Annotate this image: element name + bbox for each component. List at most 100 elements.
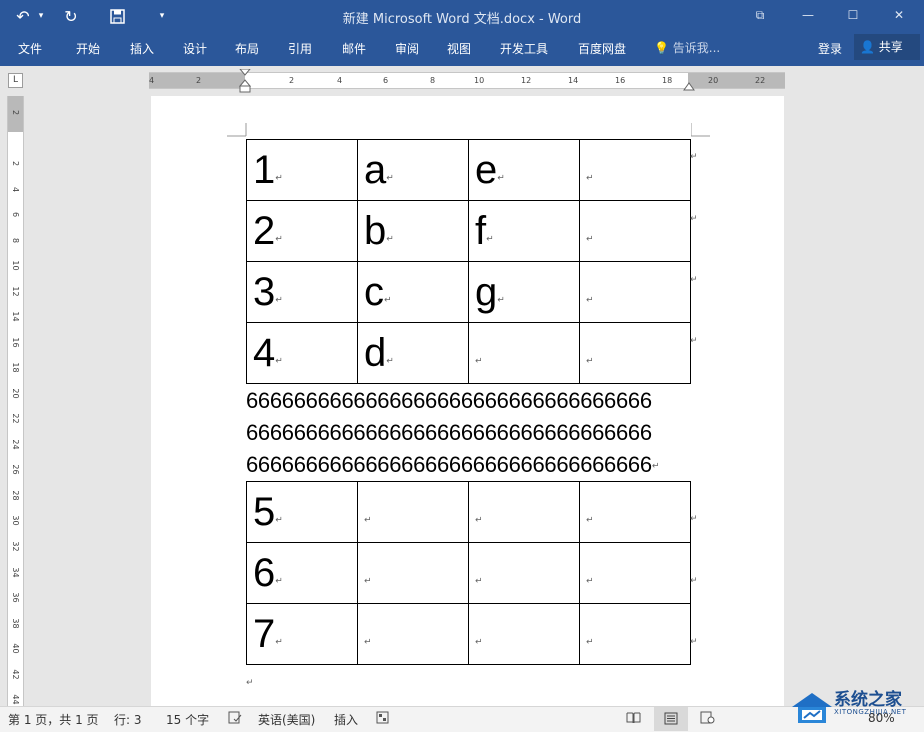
print-layout-icon[interactable] — [654, 707, 688, 731]
horizontal-ruler-area: L 4 2 2 4 6 8 10 12 14 16 18 20 22 — [0, 66, 924, 94]
watermark-title: 系统之家 — [834, 690, 902, 710]
table-cell[interactable]: ↵ — [468, 322, 580, 384]
cell-text — [580, 148, 586, 192]
ruler-tick: 4 — [11, 186, 20, 193]
table-cell[interactable]: 4↵ — [246, 322, 358, 384]
tell-me-search[interactable]: 💡 告诉我... — [654, 39, 720, 56]
share-button[interactable]: 👤 共享 — [854, 34, 920, 60]
tab-view[interactable]: 视图 — [447, 40, 471, 57]
ruler-tick: 18 — [662, 76, 673, 85]
table-cell[interactable]: ↵ — [579, 322, 691, 384]
table-cell[interactable]: ↵ — [357, 603, 469, 665]
tab-selector[interactable]: L — [8, 73, 23, 88]
row-end-mark: ↵ — [690, 514, 698, 524]
tab-insert[interactable]: 插入 — [130, 40, 154, 57]
cell-text — [469, 551, 475, 595]
paragraph-mark: ↵ — [364, 576, 372, 587]
tab-developer[interactable]: 开发工具 — [500, 40, 548, 57]
tab-review[interactable]: 审阅 — [395, 40, 419, 57]
ruler-tick: 4 — [337, 76, 343, 85]
table-cell[interactable]: ↵ — [579, 261, 691, 323]
minimize-icon[interactable]: — — [793, 4, 823, 26]
paragraph-line[interactable]: 6666666666666666666666666666666666 — [246, 420, 652, 446]
maximize-icon[interactable]: ☐ — [838, 4, 868, 26]
table-cell[interactable]: ↵ — [579, 542, 691, 604]
table-cell[interactable]: ↵ — [468, 542, 580, 604]
document-table-2[interactable]: 5↵ ↵ ↵ ↵ 6↵ ↵ ↵ ↵ 7↵ ↵ ↵ ↵ — [246, 481, 691, 665]
paragraph-mark: ↵ — [386, 234, 394, 245]
tab-home[interactable]: 开始 — [76, 40, 100, 57]
word-count-status[interactable]: 15 个字 — [166, 711, 209, 728]
ruler-tick: 20 — [11, 388, 20, 399]
house-logo-icon — [792, 693, 832, 723]
table-cell[interactable]: ↵ — [579, 139, 691, 201]
tab-file[interactable]: 文件 — [18, 40, 42, 57]
login-button[interactable]: 登录 — [818, 40, 842, 57]
cell-text: 5 — [253, 490, 276, 534]
table-cell[interactable]: f↵ — [468, 200, 580, 262]
tab-baidu-netdisk[interactable]: 百度网盘 — [578, 40, 626, 57]
web-layout-icon[interactable] — [700, 711, 715, 727]
indent-marker-icon[interactable] — [239, 69, 251, 93]
cell-text — [358, 612, 364, 656]
table-cell[interactable]: g↵ — [468, 261, 580, 323]
table-cell[interactable]: 3↵ — [246, 261, 358, 323]
table-cell[interactable]: 6↵ — [246, 542, 358, 604]
table-cell[interactable]: ↵ — [357, 542, 469, 604]
ruler-tick: 2 — [11, 160, 20, 167]
paragraph-line-last[interactable]: 6666666666666666666666666666666666↵ — [246, 452, 659, 478]
paragraph-mark: ↵ — [475, 576, 483, 587]
paragraph-mark: ↵ — [364, 515, 372, 526]
tab-mailings[interactable]: 邮件 — [342, 40, 366, 57]
read-mode-icon[interactable] — [626, 711, 641, 727]
ruler-tick: 10 — [11, 260, 20, 271]
horizontal-ruler[interactable]: 4 2 2 4 6 8 10 12 14 16 18 20 22 — [149, 69, 785, 93]
cell-text: a — [364, 148, 387, 192]
paragraph-mark: ↵ — [275, 173, 283, 184]
table-cell[interactable]: ↵ — [357, 481, 469, 543]
row-end-mark: ↵ — [690, 275, 698, 285]
table-cell[interactable]: 2↵ — [246, 200, 358, 262]
ribbon-display-icon[interactable]: ⧉ — [745, 4, 775, 26]
macro-icon[interactable] — [376, 711, 389, 727]
table-cell[interactable]: e↵ — [468, 139, 580, 201]
ruler-tick: 42 — [11, 669, 20, 680]
table-cell[interactable]: d↵ — [357, 322, 469, 384]
cell-text — [580, 612, 586, 656]
table-cell[interactable]: ↵ — [579, 200, 691, 262]
table-cell[interactable]: 5↵ — [246, 481, 358, 543]
right-indent-marker-icon[interactable] — [683, 79, 695, 91]
lightbulb-icon: 💡 — [654, 41, 669, 55]
paragraph-mark: ↵ — [586, 173, 594, 184]
document-table-1[interactable]: 1↵ a↵ e↵ ↵ 2↵ b↵ f↵ ↵ 3↵ c↵ g↵ ↵ 4↵ d↵ ↵… — [246, 139, 691, 384]
close-icon[interactable]: ✕ — [884, 4, 914, 26]
language-status[interactable]: 英语(美国) — [258, 711, 315, 728]
table-cell[interactable]: 1↵ — [246, 139, 358, 201]
table-cell[interactable]: c↵ — [357, 261, 469, 323]
paragraph-line[interactable]: 6666666666666666666666666666666666 — [246, 388, 652, 414]
table-cell[interactable]: ↵ — [468, 481, 580, 543]
vertical-ruler[interactable]: 2 2 4 6 8 10 12 14 16 18 20 22 24 26 28 … — [7, 96, 24, 706]
insert-mode-status[interactable]: 插入 — [334, 711, 358, 728]
macro-glyph — [376, 711, 389, 724]
paragraph-mark: ↵ — [275, 234, 283, 245]
table-cell[interactable]: a↵ — [357, 139, 469, 201]
proofing-icon[interactable] — [228, 711, 242, 727]
cell-text — [580, 551, 586, 595]
table-cell[interactable]: 7↵ — [246, 603, 358, 665]
table-cell[interactable]: ↵ — [579, 603, 691, 665]
table-row: 1↵ a↵ e↵ ↵ — [246, 139, 691, 201]
row-end-mark: ↵ — [690, 336, 698, 346]
crop-mark-top-right — [691, 123, 710, 137]
page-count-status[interactable]: 第 1 页，共 1 页 — [8, 711, 99, 728]
ruler-tick: 24 — [11, 439, 20, 450]
tab-references[interactable]: 引用 — [288, 40, 312, 57]
cell-text: b — [364, 209, 387, 253]
table-cell[interactable]: b↵ — [357, 200, 469, 262]
paragraph-mark: ↵ — [386, 356, 394, 367]
tab-layout[interactable]: 布局 — [235, 40, 259, 57]
table-cell[interactable]: ↵ — [468, 603, 580, 665]
paragraph-mark: ↵ — [386, 173, 394, 184]
table-cell[interactable]: ↵ — [579, 481, 691, 543]
tab-design[interactable]: 设计 — [183, 40, 207, 57]
